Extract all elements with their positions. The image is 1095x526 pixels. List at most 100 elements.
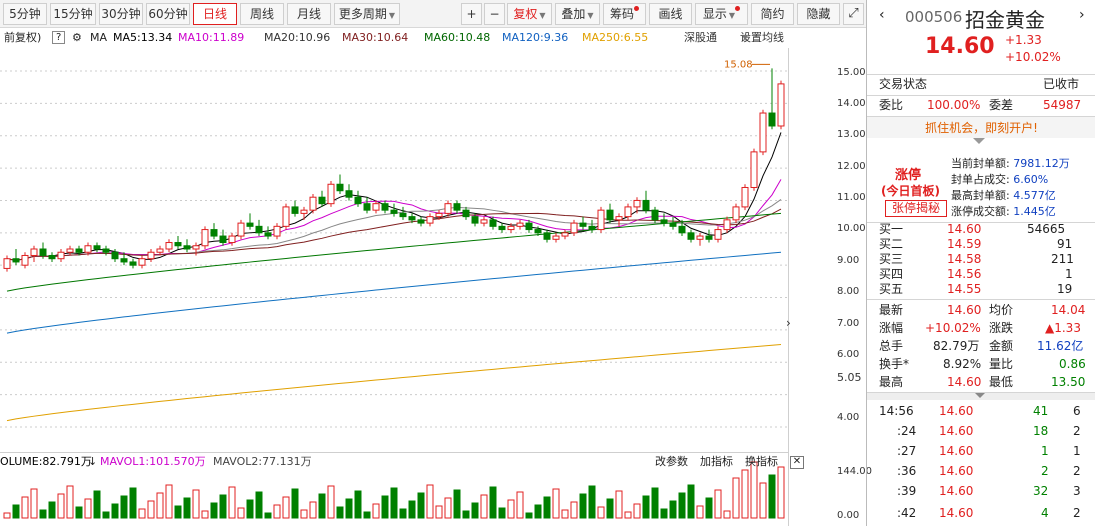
candle-body — [291, 206, 299, 214]
candle-body — [417, 219, 425, 224]
candle-body — [264, 232, 272, 237]
stat-value: 14.04 — [1051, 303, 1086, 317]
zoom-out-button[interactable]: − — [484, 3, 505, 25]
limit-up-reveal-button[interactable]: 张停揭秘 — [885, 200, 947, 217]
last-price: 14.60 — [925, 34, 995, 59]
period-15min[interactable]: 15分钟 — [50, 3, 96, 25]
period-60min[interactable]: 60分钟 — [146, 3, 190, 25]
candle-body — [237, 222, 245, 237]
trade-tick-row: :42 14.60 4 2 — [867, 504, 1095, 523]
volume-bar — [588, 485, 596, 519]
period-5min[interactable]: 5分钟 — [3, 3, 47, 25]
hk-connect-link[interactable]: 深股通 — [684, 29, 717, 47]
ma20-value: MA20:10.96 — [264, 31, 331, 44]
fuquan-label: 复权 — [513, 7, 538, 21]
seal-value: 6.60% — [1013, 173, 1049, 186]
stat-row: 总手 82.79万 金额 11.62亿 — [867, 337, 1095, 356]
chips-button[interactable]: 筹码 — [603, 3, 646, 25]
volume-bar — [147, 500, 155, 519]
axis-tick: 13.00 — [837, 129, 866, 140]
trade-tick-row: :27 14.60 1 1 — [867, 442, 1095, 461]
volume-bar — [570, 501, 578, 519]
volume-bar — [759, 482, 767, 519]
axis-tick: 15.00 — [837, 67, 866, 78]
candle-body — [480, 219, 488, 224]
period-weekly[interactable]: 周线 — [240, 3, 284, 25]
volume-bar — [399, 508, 407, 519]
volume-bar — [696, 505, 704, 519]
candle-body — [498, 225, 506, 231]
draw-button[interactable]: 画线 — [649, 3, 692, 25]
hide-button[interactable]: 隐藏 — [797, 3, 840, 25]
volume-bar — [606, 498, 614, 519]
tick-price: 14.60 — [939, 404, 974, 418]
zoom-in-button[interactable]: + — [461, 3, 482, 25]
bid-label: 买五 — [879, 282, 904, 296]
axis-tick: 7.00 — [837, 318, 860, 329]
tick-count: 3 — [1073, 484, 1081, 498]
stat-label: 涨幅 — [879, 321, 904, 335]
chevron-down-icon: ▼ — [728, 11, 736, 20]
tick-time: 14:56 — [879, 404, 914, 418]
notify-dot-icon — [735, 6, 741, 11]
period-more[interactable]: 更多周期 ▼ — [334, 3, 400, 25]
volume-bar — [732, 477, 740, 519]
display-button[interactable]: 显示 ▼ — [695, 3, 748, 25]
volume-bar — [651, 487, 659, 519]
volume-bar — [93, 490, 101, 519]
tick-price: 14.60 — [939, 464, 974, 478]
tick-volume: 4 — [1041, 506, 1049, 520]
candle-body — [534, 229, 542, 234]
help-icon[interactable]: ? — [52, 31, 66, 44]
candle-body — [21, 254, 29, 266]
fuquan-button[interactable]: 复权 ▼ — [507, 3, 552, 25]
candle-body — [570, 222, 578, 234]
chips-label: 筹码 — [609, 7, 634, 21]
candle-body — [444, 203, 452, 214]
weibi-value: 100.00% — [927, 98, 981, 112]
volume-bar — [183, 497, 191, 519]
volume-bar — [201, 510, 209, 519]
seal-value: 4.577亿 — [1013, 189, 1056, 202]
simple-button[interactable]: 简约 — [751, 3, 794, 25]
volume-bar — [57, 493, 65, 519]
collapse-arrow-icon[interactable]: › — [786, 316, 791, 330]
period-daily[interactable]: 日线 — [193, 3, 237, 25]
overlay-button[interactable]: 叠加 ▼ — [555, 3, 600, 25]
volume-bar — [282, 496, 290, 519]
tick-volume: 41 — [1033, 404, 1049, 418]
candle-body — [489, 219, 497, 227]
gear-icon[interactable]: ⚙ — [72, 29, 82, 47]
candle-body — [372, 203, 380, 211]
stat-label: 最新 — [879, 303, 904, 317]
candle-body — [390, 209, 398, 214]
candle-body — [597, 209, 605, 231]
period-30min[interactable]: 30分钟 — [99, 3, 143, 25]
add-indicator-button[interactable]: 加指标 — [700, 453, 733, 471]
seal-value: 7981.12万 — [1013, 157, 1070, 170]
tick-volume: 18 — [1033, 424, 1049, 438]
tick-count: 2 — [1073, 424, 1081, 438]
period-monthly[interactable]: 月线 — [287, 3, 331, 25]
candle-body — [84, 245, 92, 253]
switch-indicator-button[interactable]: 换指标 — [745, 453, 778, 471]
stat-label: 最低 — [989, 375, 1014, 389]
candle-body — [732, 206, 740, 221]
candle-body — [228, 235, 236, 244]
edit-params-button[interactable]: 改参数 — [655, 453, 688, 471]
open-account-link[interactable]: 抓住机会，即刻开户! — [867, 116, 1095, 138]
chevron-down-icon[interactable] — [975, 393, 985, 398]
expand-icon[interactable]: ⤢ — [843, 3, 864, 25]
candle-body — [669, 222, 677, 227]
back-icon[interactable]: ‹ — [879, 7, 885, 23]
volume-bar — [30, 488, 38, 519]
axis-tick: 6.00 — [837, 349, 860, 360]
seal-row: 涨停成交额: 1.445亿 — [951, 203, 1070, 219]
limit-up-label: 涨停 — [895, 168, 922, 183]
tick-price: 14.60 — [939, 484, 974, 498]
collapse-icon[interactable] — [973, 138, 985, 144]
volume-bar — [210, 502, 218, 519]
candle-body — [210, 229, 218, 237]
forward-icon[interactable]: › — [1079, 7, 1085, 23]
volume-bar — [534, 504, 542, 519]
